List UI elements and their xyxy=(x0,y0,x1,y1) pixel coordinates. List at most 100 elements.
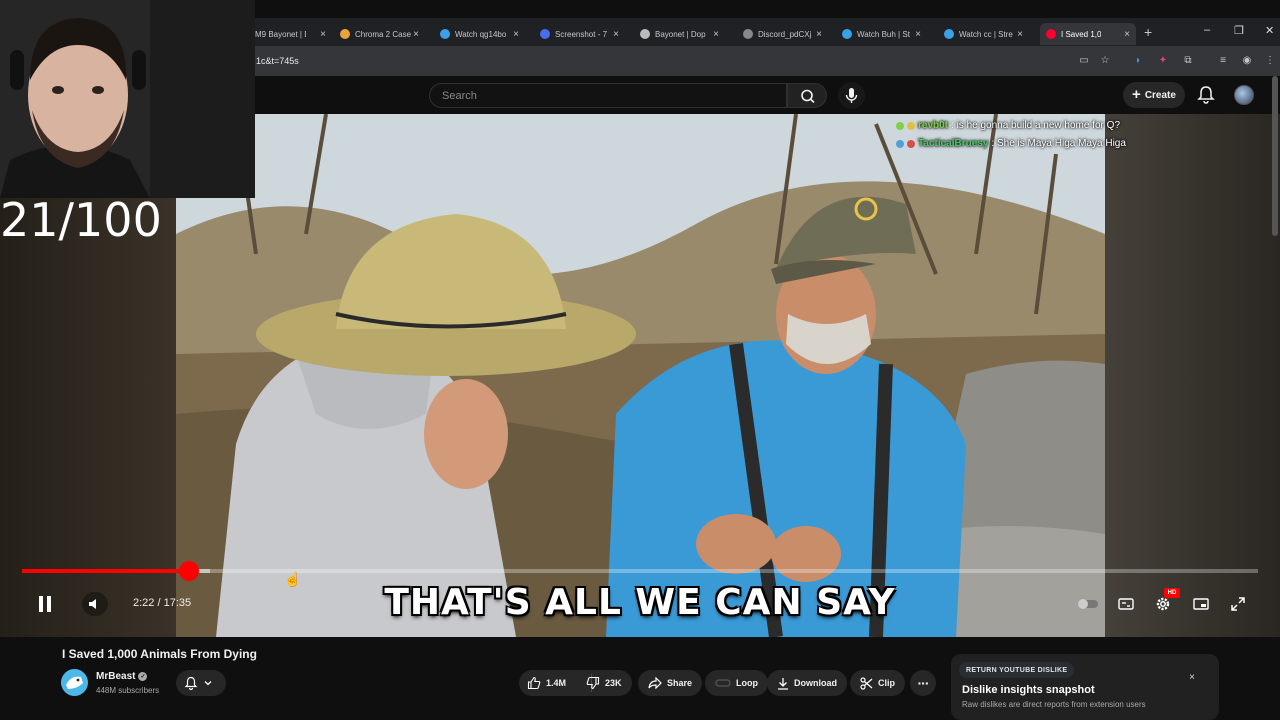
share-button[interactable]: Share xyxy=(638,670,703,696)
browser-tab[interactable]: Screenshot - 7 × xyxy=(540,23,625,45)
subscribe-notifications-button[interactable] xyxy=(176,670,226,696)
thumbs-up-icon xyxy=(527,676,541,690)
browser-menu-icon[interactable]: ⋮ xyxy=(1263,54,1277,68)
channel-avatar[interactable] xyxy=(61,669,88,696)
account-avatar[interactable] xyxy=(1234,85,1254,105)
chat-message: TacticalBruesy : She is Maya Higa Maya H… xyxy=(896,138,1126,149)
like-button[interactable]: 1.4M xyxy=(519,670,591,696)
chat-username: revb0t xyxy=(918,120,949,131)
new-tab-button[interactable]: + xyxy=(1144,24,1152,40)
browser-tab-label: Discord_pdCXj xyxy=(758,29,812,39)
close-tab-icon[interactable]: × xyxy=(1017,29,1023,40)
download-icon xyxy=(778,677,788,690)
close-tab-icon[interactable]: × xyxy=(1124,29,1130,40)
gear-icon xyxy=(1156,597,1170,611)
clip-button[interactable]: Clip xyxy=(850,670,905,696)
globe-icon xyxy=(743,29,753,39)
search-button[interactable] xyxy=(787,83,827,108)
channel-logo-icon xyxy=(61,669,88,696)
ryd-subtitle: Raw dislikes are direct reports from ext… xyxy=(962,700,1146,709)
cast-icon[interactable]: ▭ xyxy=(1077,54,1091,68)
browser-tab[interactable]: Watch qg14bo × xyxy=(440,23,525,45)
loop-label: Loop xyxy=(736,678,758,688)
chat-badge-icon xyxy=(896,139,904,148)
share-arrow-icon xyxy=(648,677,662,689)
chat-username: TacticalBruesy xyxy=(918,138,989,149)
url-field[interactable]: 1c&t=745s xyxy=(256,56,299,66)
browser-tab[interactable]: I Saved 1,0 × xyxy=(1040,23,1136,45)
minimize-button[interactable]: – xyxy=(1204,24,1210,36)
voice-search-button[interactable] xyxy=(838,82,865,109)
volume-button[interactable] xyxy=(82,592,108,616)
ambient-glow-right xyxy=(1105,114,1280,637)
channel-name-text: MrBeast xyxy=(96,671,136,682)
clip-label: Clip xyxy=(878,678,895,688)
close-tab-icon[interactable]: × xyxy=(713,29,719,40)
youtube-icon xyxy=(1046,29,1056,39)
subtitles-button[interactable] xyxy=(1116,595,1136,613)
browser-tab[interactable]: Watch Buh | St × xyxy=(842,23,927,45)
browser-tab-label: Bayonet | Dop xyxy=(655,29,706,39)
close-icon[interactable]: × xyxy=(1189,672,1195,683)
download-label: Download xyxy=(794,678,837,688)
pause-button[interactable] xyxy=(35,594,55,614)
bookmark-star-icon[interactable]: ☆ xyxy=(1098,54,1112,68)
subscriber-count: 448M subscribers xyxy=(96,686,160,695)
media-control-icon[interactable]: ≡ xyxy=(1216,54,1230,68)
watch-icon xyxy=(842,29,852,39)
close-tab-icon[interactable]: × xyxy=(320,29,326,40)
chat-message: revb0t : is he gonna build a new home fo… xyxy=(896,120,1120,131)
close-tab-icon[interactable]: × xyxy=(413,29,419,40)
chat-badge-icon xyxy=(907,139,915,148)
dislike-count: 23K xyxy=(605,678,622,688)
progress-scrubber-handle[interactable] xyxy=(178,561,199,581)
share-label: Share xyxy=(667,678,693,688)
video-frame[interactable] xyxy=(176,114,1105,637)
more-actions-button[interactable]: ··· xyxy=(910,670,936,696)
screenshot-icon xyxy=(540,29,550,39)
loop-button[interactable]: Loop xyxy=(705,670,768,696)
streamer-webcam-image xyxy=(0,0,255,198)
progress-bar[interactable] xyxy=(22,569,1258,573)
browser-tab-label: Chroma 2 Case xyxy=(355,29,412,39)
notifications-bell-icon[interactable] xyxy=(1197,85,1215,105)
create-button[interactable]: + Create xyxy=(1123,82,1185,108)
miniplayer-button[interactable] xyxy=(1191,595,1211,613)
page-scrollbar[interactable] xyxy=(1272,76,1278,236)
restore-button[interactable]: ❐ xyxy=(1234,24,1244,37)
browser-tab[interactable]: M9 Bayonet | D × xyxy=(255,23,332,45)
close-tab-icon[interactable]: × xyxy=(613,29,619,40)
loop-icon xyxy=(715,679,731,687)
verified-badge-icon: ✓ xyxy=(138,672,148,681)
extensions-puzzle-icon[interactable]: ⧉ xyxy=(1181,54,1195,68)
browser-tab[interactable]: Bayonet | Dop × xyxy=(640,23,725,45)
browser-tab-label: Screenshot - 7 xyxy=(555,29,608,39)
ryd-title: Dislike insights snapshot xyxy=(962,684,1095,696)
played-range xyxy=(22,569,189,573)
extension-icon[interactable]: ✦ xyxy=(1156,54,1170,68)
dislike-button[interactable]: 23K xyxy=(584,670,632,696)
browser-tab[interactable]: Discord_pdCXj × xyxy=(743,23,828,45)
dislike-insights-panel: RETURN YOUTUBE DISLIKE Dislike insights … xyxy=(951,654,1219,720)
browser-tab-label: M9 Bayonet | D xyxy=(255,29,306,39)
close-tab-icon[interactable]: × xyxy=(816,29,822,40)
autoplay-toggle[interactable] xyxy=(1078,598,1098,610)
browser-tab[interactable]: Watch cc | Stre × xyxy=(944,23,1029,45)
expand-icon xyxy=(1231,597,1245,611)
watch-icon xyxy=(944,29,954,39)
close-window-button[interactable]: ✕ xyxy=(1265,24,1274,37)
extension-icon[interactable]: ◗ xyxy=(1131,54,1145,68)
browser-tab[interactable]: Chroma 2 Case × xyxy=(340,23,425,45)
profile-icon[interactable]: ◉ xyxy=(1240,54,1254,68)
fullscreen-button[interactable] xyxy=(1228,594,1248,614)
channel-name[interactable]: MrBeast ✓ xyxy=(96,671,148,682)
browser-tab-label: I Saved 1,0 xyxy=(1061,29,1102,39)
more-horizontal-icon: ··· xyxy=(917,675,930,691)
challenge-counter: 21/100 xyxy=(0,193,162,247)
close-tab-icon[interactable]: × xyxy=(915,29,921,40)
search-input[interactable]: Search xyxy=(429,83,787,108)
chat-badge-icon xyxy=(907,121,915,130)
close-tab-icon[interactable]: × xyxy=(513,29,519,40)
create-label: Create xyxy=(1144,89,1176,101)
download-button[interactable]: Download xyxy=(767,670,847,696)
